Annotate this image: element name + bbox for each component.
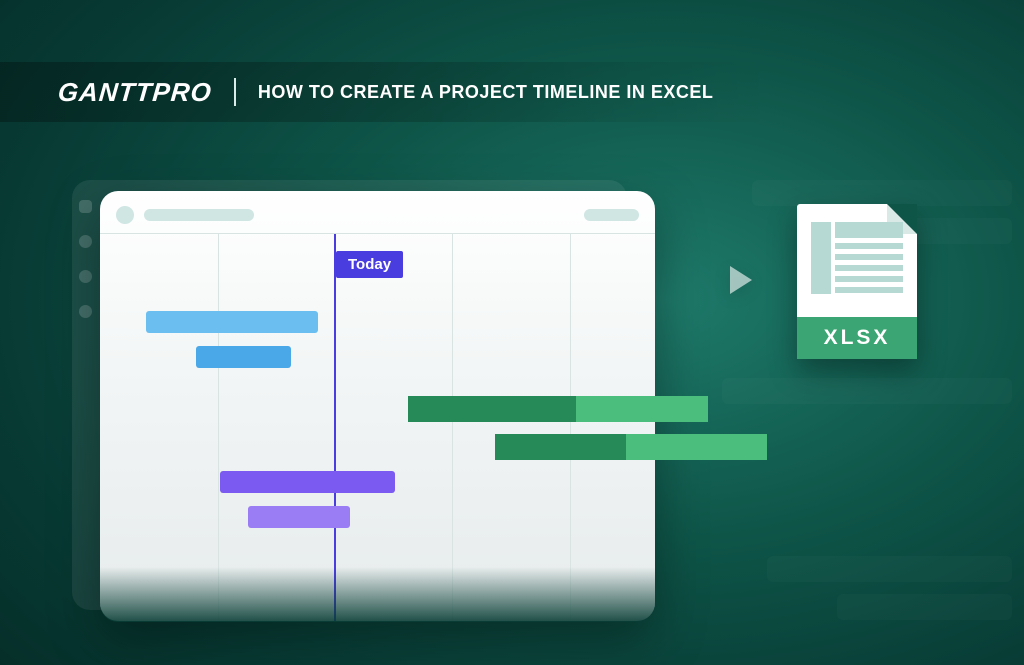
bg-shade-row (837, 594, 1012, 620)
toolbar-placeholder (144, 209, 254, 221)
sidebar-icon (79, 305, 92, 318)
task-bar-extended (495, 434, 767, 460)
xlsx-file-icon: XLSX (797, 204, 917, 359)
sidebar-icon (79, 235, 92, 248)
brand-logo: GANTTPRO (57, 77, 214, 108)
export-arrow-icon (730, 266, 752, 294)
grid-line (218, 234, 219, 621)
bg-shade-row (722, 378, 1012, 404)
sidebar-icon (79, 200, 92, 213)
toolbar-placeholder (584, 209, 639, 221)
page-header: GANTTPRO HOW TO CREATE A PROJECT TIMELIN… (0, 62, 770, 122)
today-marker-line (334, 234, 336, 621)
bg-shade-row (752, 180, 1012, 206)
task-bar (146, 311, 318, 333)
grid-line (452, 234, 453, 621)
sidebar-icon (79, 270, 92, 283)
task-bar (196, 346, 291, 368)
header-divider (234, 78, 236, 106)
gantt-toolbar (116, 205, 639, 225)
page-title: HOW TO CREATE A PROJECT TIMELINE IN EXCE… (258, 82, 714, 103)
today-marker-label: Today (336, 251, 403, 278)
task-bar (248, 506, 350, 528)
task-bar-extended (408, 396, 708, 422)
toolbar-dot-icon (116, 206, 134, 224)
file-sheet-graphic (811, 222, 903, 294)
file-extension-label: XLSX (797, 317, 917, 359)
bg-shade-row (767, 556, 1012, 582)
sidebar-icons (79, 200, 92, 318)
toolbar-separator (100, 233, 655, 234)
task-bar (220, 471, 395, 493)
grid-line (570, 234, 571, 621)
